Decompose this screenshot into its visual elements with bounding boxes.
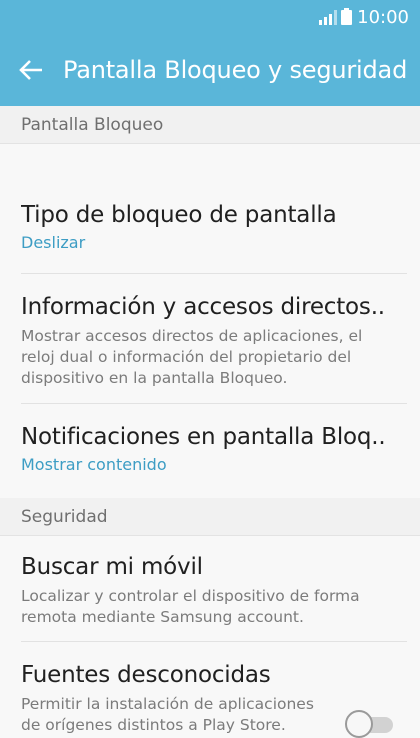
list-item-title: Fuentes desconocidas	[21, 662, 271, 688]
list-item-lock-type[interactable]: Tipo de bloqueo de pantalla Deslizar	[0, 144, 420, 274]
signal-icon	[319, 10, 337, 25]
list-item-description: Mostrar accesos directos de aplicaciones…	[21, 327, 363, 387]
toggle-knob	[345, 710, 373, 738]
list-item-description: Permitir la instalación de aplicaciones …	[21, 695, 314, 734]
list-item-title: Información y accesos directos..	[21, 294, 385, 320]
list-item-find-my-mobile[interactable]: Buscar mi móvil Localizar y controlar el…	[0, 536, 420, 642]
section-header-lock-screen: Pantalla Bloqueo	[0, 106, 420, 144]
status-time: 10:00	[357, 7, 409, 28]
arrow-left-icon[interactable]	[17, 56, 45, 84]
list-item-description: Localizar y controlar el dispositivo de …	[21, 587, 360, 626]
list-item-title: Notificaciones en pantalla Bloq..	[21, 424, 386, 450]
list-item-value: Deslizar	[21, 233, 86, 252]
unknown-sources-toggle[interactable]	[345, 710, 395, 738]
list-item-title: Tipo de bloqueo de pantalla	[21, 202, 337, 228]
status-bar: 10:00	[0, 0, 420, 36]
action-bar: Pantalla Bloqueo y seguridad	[0, 36, 420, 106]
battery-icon	[341, 8, 352, 25]
settings-list: Pantalla Bloqueo Tipo de bloqueo de pant…	[0, 106, 420, 738]
list-item-title: Buscar mi móvil	[21, 554, 203, 580]
list-item-info-shortcuts[interactable]: Información y accesos directos.. Mostrar…	[0, 274, 420, 404]
list-item-value: Mostrar contenido	[21, 455, 167, 474]
section-header-security: Seguridad	[0, 498, 420, 536]
page-title: Pantalla Bloqueo y seguridad	[63, 56, 408, 84]
list-item-lock-notifications[interactable]: Notificaciones en pantalla Bloq.. Mostra…	[0, 404, 420, 498]
list-item-unknown-sources[interactable]: Fuentes desconocidas Permitir la instala…	[0, 642, 420, 738]
